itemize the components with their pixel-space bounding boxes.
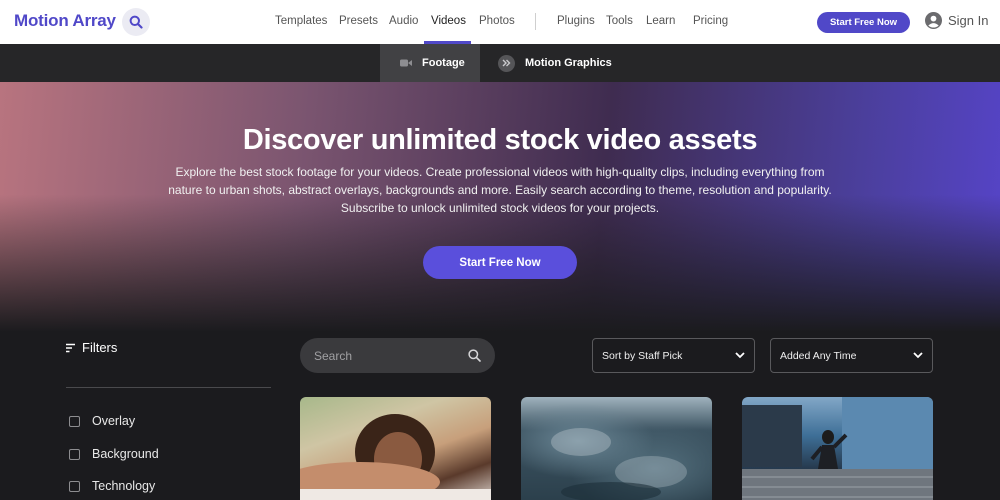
checkbox[interactable]	[69, 480, 80, 492]
tab-footage-label: Footage	[422, 57, 465, 69]
hero-title: Discover unlimited stock video assets	[242, 124, 758, 156]
category-subnav: Footage Motion Graphics	[0, 44, 1000, 82]
hero-banner: Discover unlimited stock video assets Ex…	[0, 82, 1000, 332]
search-icon	[129, 15, 143, 29]
filters-heading[interactable]: Filters	[66, 340, 117, 355]
nav-divider	[535, 13, 536, 30]
video-card-businessman-jumping[interactable]	[742, 397, 933, 500]
filters-label: Filters	[82, 340, 118, 355]
search-icon[interactable]	[468, 349, 481, 362]
nav-link-presets[interactable]: Presets	[339, 15, 378, 27]
sort-select[interactable]: Sort by Staff Pick	[592, 338, 755, 373]
sort-select-value: Sort by Staff Pick	[602, 349, 683, 362]
checkbox[interactable]	[69, 448, 80, 460]
filter-option-background[interactable]: Background	[69, 447, 159, 461]
nav-link-plugins[interactable]: Plugins	[557, 15, 595, 27]
double-chevron-icon	[498, 54, 515, 72]
nav-link-audio[interactable]: Audio	[389, 15, 418, 27]
search-field[interactable]	[300, 338, 495, 373]
user-icon	[925, 12, 942, 29]
nav-link-tools[interactable]: Tools	[606, 15, 633, 27]
filter-option-technology[interactable]: Technology	[69, 479, 155, 493]
chevron-down-icon	[913, 352, 923, 359]
hero-description: Explore the best stock footage for your …	[168, 165, 832, 215]
tab-motion-graphics[interactable]: Motion Graphics	[498, 44, 612, 82]
search-button[interactable]	[122, 8, 150, 36]
nav-link-templates[interactable]: Templates	[275, 15, 327, 27]
filter-option-label: Overlay	[92, 414, 136, 428]
sign-in-link[interactable]: Sign In	[925, 12, 988, 29]
logo[interactable]: Motion Array	[14, 11, 116, 31]
sign-in-label: Sign In	[948, 13, 989, 28]
tab-motion-graphics-label: Motion Graphics	[525, 57, 612, 69]
nav-link-pricing[interactable]: Pricing	[693, 15, 728, 27]
filter-option-label: Technology	[92, 479, 156, 493]
time-filter-value: Added Any Time	[780, 349, 857, 362]
video-camera-icon	[400, 58, 412, 68]
top-navigation: Motion Array Templates Presets Audio Vid…	[0, 0, 1000, 44]
filter-option-overlay[interactable]: Overlay	[69, 414, 135, 428]
filter-option-label: Background	[92, 447, 159, 461]
nav-link-learn[interactable]: Learn	[646, 15, 675, 27]
chevron-down-icon	[735, 352, 745, 359]
video-card-woman-lying-down[interactable]	[300, 397, 491, 500]
start-free-button-hero[interactable]: Start Free Now	[423, 246, 577, 279]
checkbox[interactable]	[69, 415, 80, 427]
nav-link-photos[interactable]: Photos	[479, 15, 515, 27]
search-input[interactable]	[314, 348, 454, 363]
filters-divider	[66, 387, 271, 388]
tab-footage[interactable]: Footage	[380, 44, 480, 82]
filter-lines-icon	[66, 343, 75, 352]
earth-from-space-thumbnail	[551, 428, 687, 500]
nav-link-videos[interactable]: Videos	[431, 15, 466, 27]
woman-lying-down-thumbnail	[300, 414, 491, 500]
start-free-button-header[interactable]: Start Free Now	[817, 12, 910, 33]
businessman-jumping-thumbnail	[742, 397, 933, 500]
time-filter-select[interactable]: Added Any Time	[770, 338, 933, 373]
video-card-earth-from-space[interactable]	[521, 397, 712, 500]
